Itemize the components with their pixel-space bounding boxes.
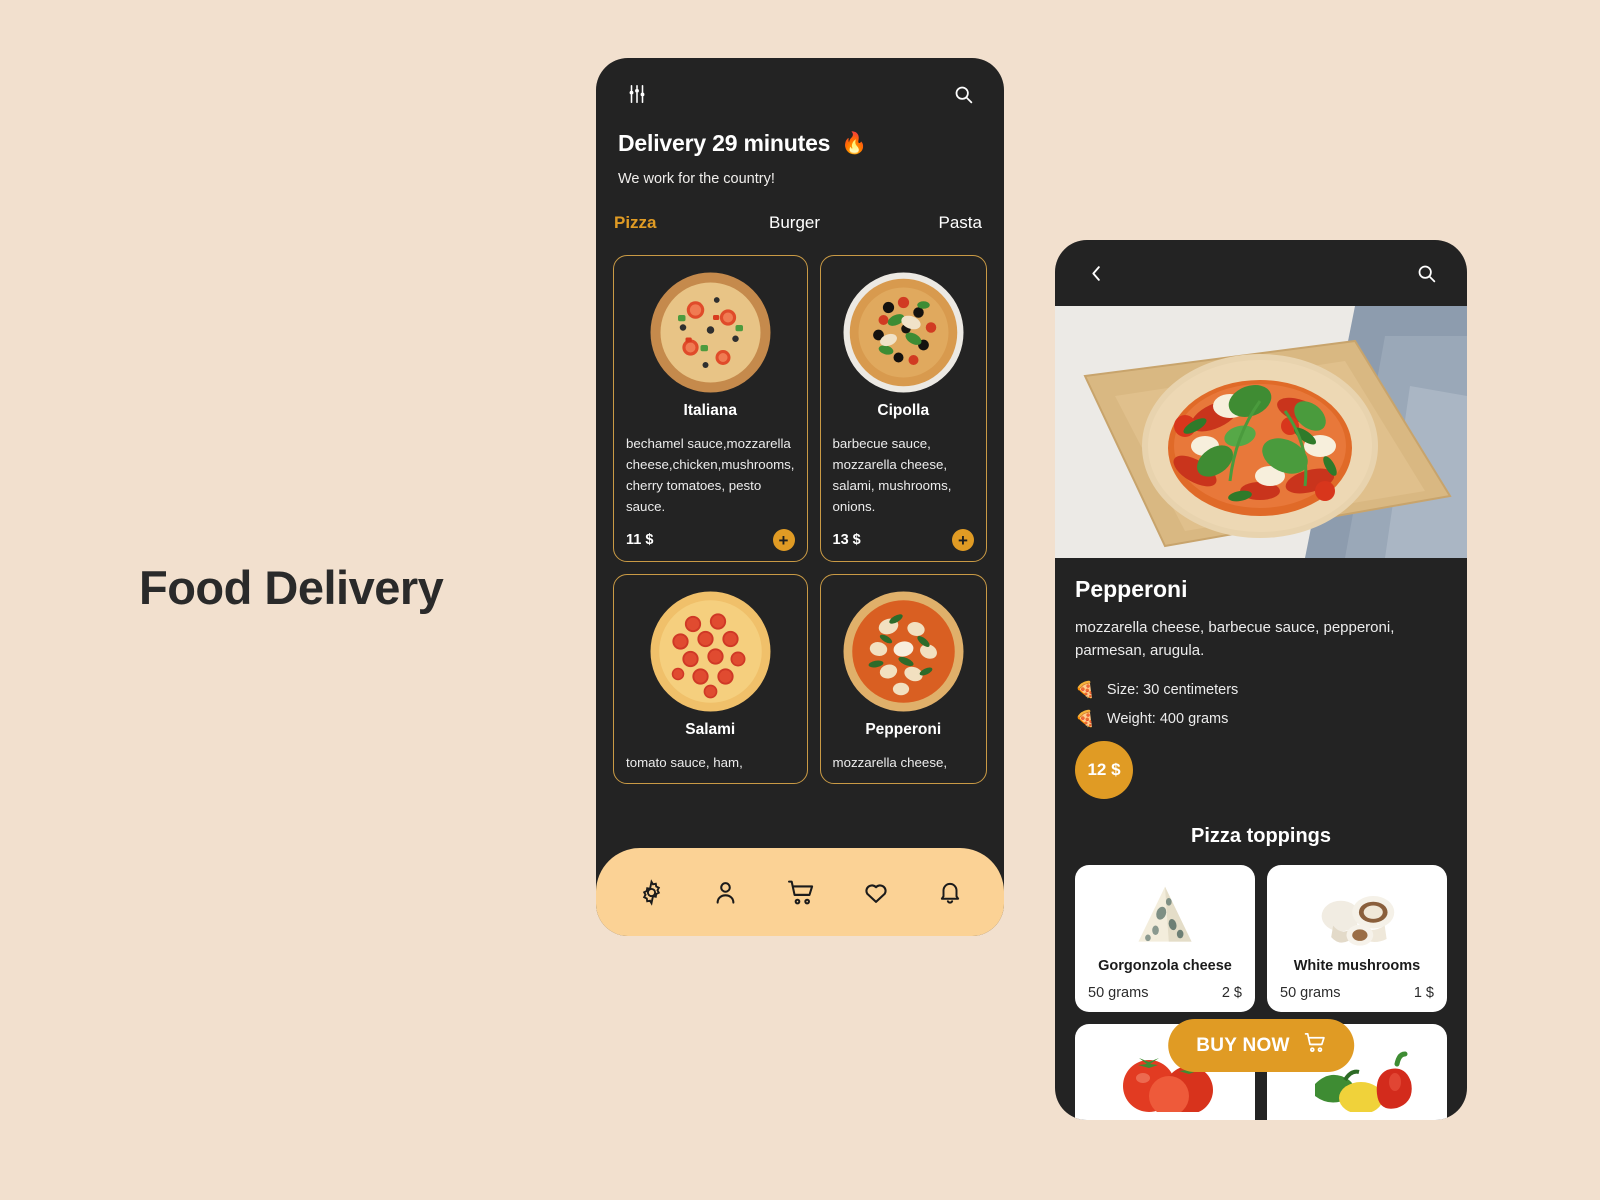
heart-icon[interactable]	[862, 878, 890, 906]
delivery-header: Delivery 29 minutes 🔥 We work for the co…	[596, 130, 1004, 187]
hero-image	[1055, 306, 1467, 558]
pizza-image-cipolla	[833, 268, 975, 396]
detail-info: Pepperoni mozzarella cheese, barbecue sa…	[1055, 558, 1467, 799]
toppings-heading: Pizza toppings	[1191, 824, 1331, 847]
cart-icon	[1303, 1031, 1326, 1060]
pizza-card[interactable]: Italiana bechamel sauce,mozzarella chees…	[613, 255, 808, 562]
pizza-grid: Italiana bechamel sauce,mozzarella chees…	[596, 255, 1004, 784]
pizza-price-row: 13 $ +	[832, 529, 974, 551]
category-tabs: Pizza Burger Pasta	[596, 213, 1004, 233]
topping-name: Gorgonzola cheese	[1098, 957, 1232, 974]
topping-card[interactable]: Gorgonzola cheese 50 grams 2 $	[1075, 864, 1255, 1012]
buy-now-button[interactable]: BUY NOW	[1168, 1019, 1354, 1072]
spec-row: 🍕 Size: 30 centimeters	[1075, 680, 1447, 700]
search-icon[interactable]	[948, 79, 978, 109]
mushrooms-icon	[1280, 878, 1434, 956]
buy-now-label: BUY NOW	[1196, 1034, 1290, 1056]
pizza-description: bechamel sauce,mozzarella cheese,chicken…	[626, 436, 795, 514]
pizza-image-salami	[626, 587, 795, 715]
topping-price: 1 $	[1413, 984, 1434, 1001]
cheese-wedge-icon	[1088, 878, 1242, 956]
pizza-description: tomato sauce, ham,	[626, 755, 743, 770]
person-icon[interactable]	[712, 879, 739, 906]
detail-specs: 🍕 Size: 30 centimeters 🍕 Weight: 400 gra…	[1075, 680, 1447, 729]
detail-title: Pepperoni	[1075, 576, 1188, 602]
topping-weight: 50 grams	[1280, 984, 1341, 1001]
add-to-cart-button[interactable]: +	[772, 529, 795, 551]
list-topbar	[596, 58, 1004, 130]
topping-meta: 50 grams 2 $	[1088, 985, 1242, 1001]
spec-text: Size: 30 centimeters	[1106, 681, 1239, 698]
sliders-icon[interactable]	[622, 79, 652, 109]
topping-card[interactable]: White mushrooms 50 grams 1 $	[1267, 864, 1447, 1012]
pizza-card[interactable]: Salami tomato sauce, ham,	[613, 574, 808, 784]
chevron-left-icon[interactable]	[1081, 258, 1111, 288]
detail-price-badge: 12 $	[1075, 740, 1133, 799]
page-title: Food Delivery	[139, 561, 444, 614]
delivery-subtitle: We work for the country!	[618, 171, 775, 187]
pizza-image-pepperoni	[833, 587, 975, 715]
topping-meta: 50 grams 1 $	[1280, 985, 1434, 1001]
gear-icon[interactable]	[638, 878, 665, 906]
detail-description: mozzarella cheese, barbecue sauce, peppe…	[1075, 619, 1395, 660]
spec-text: Weight: 400 grams	[1106, 710, 1229, 727]
pizza-card[interactable]: Cipolla barbecue sauce, mozzarella chees…	[819, 255, 987, 562]
topping-price: 2 $	[1221, 984, 1242, 1001]
pizza-name: Cipolla	[877, 402, 930, 419]
pizza-price: 11 $	[626, 532, 654, 548]
pizza-slice-icon: 🍕	[1075, 681, 1095, 699]
pizza-price-row: 11 $ +	[626, 529, 795, 551]
pizza-name: Pepperoni	[865, 721, 942, 738]
tab-burger[interactable]: Burger	[769, 213, 934, 233]
list-screen-phone: Delivery 29 minutes 🔥 We work for the co…	[596, 58, 1004, 936]
cart-icon[interactable]	[786, 878, 815, 907]
delivery-title-text: Delivery 29 minutes	[618, 130, 831, 156]
tab-pasta[interactable]: Pasta	[934, 213, 982, 233]
pizza-slice-icon: 🍕	[1075, 710, 1095, 728]
bell-icon[interactable]	[937, 879, 963, 905]
pizza-description: barbecue sauce, mozzarella cheese, salam…	[832, 436, 952, 514]
add-to-cart-button[interactable]: +	[952, 529, 974, 551]
bottom-navigation	[596, 848, 1004, 936]
pizza-image-italiana	[626, 268, 795, 396]
pizza-card[interactable]: Pepperoni mozzarella cheese,	[819, 574, 987, 784]
pizza-name: Salami	[685, 721, 736, 738]
detail-topbar	[1055, 240, 1467, 306]
topping-weight: 50 grams	[1088, 984, 1149, 1001]
topping-name: White mushrooms	[1293, 957, 1421, 974]
fire-emoji-icon: 🔥	[841, 131, 868, 155]
search-icon[interactable]	[1411, 258, 1441, 288]
toppings-grid: Gorgonzola cheese 50 grams 2 $ White mus…	[1055, 864, 1467, 1120]
delivery-title: Delivery 29 minutes 🔥	[618, 130, 982, 157]
spec-row: 🍕 Weight: 400 grams	[1075, 709, 1447, 729]
tab-pizza[interactable]: Pizza	[614, 213, 769, 233]
pizza-description: mozzarella cheese,	[832, 755, 948, 770]
pizza-name: Italiana	[683, 402, 737, 419]
pizza-price: 13 $	[832, 532, 861, 548]
detail-screen-phone: Pepperoni mozzarella cheese, barbecue sa…	[1055, 240, 1467, 1120]
